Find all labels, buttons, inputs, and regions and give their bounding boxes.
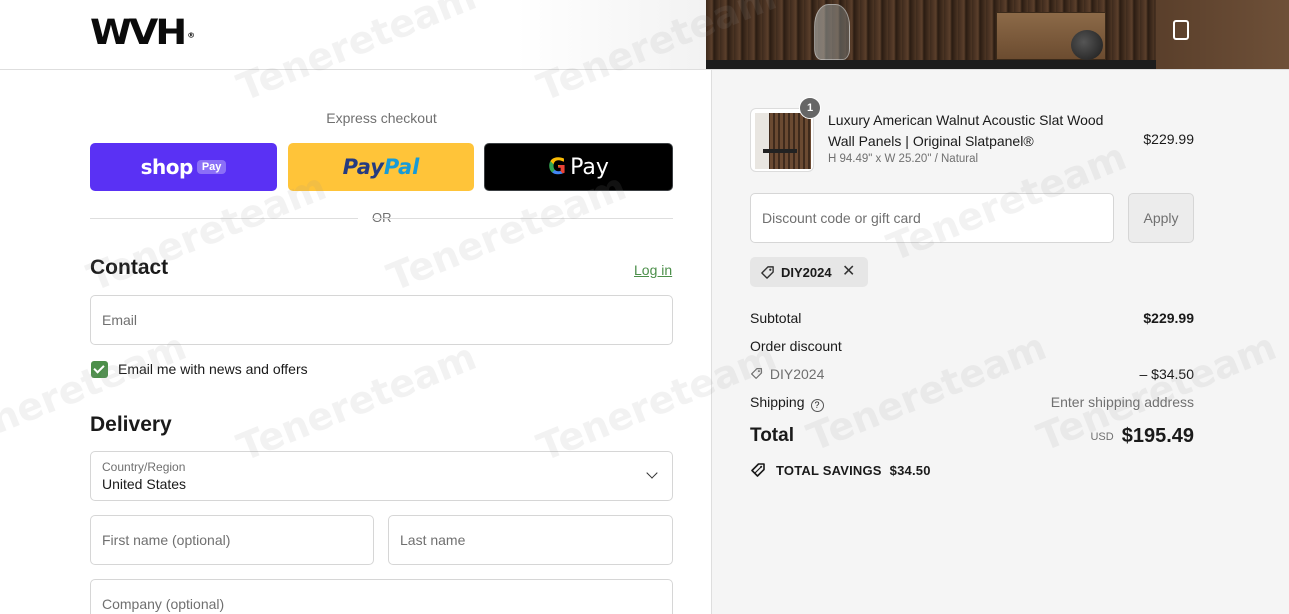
first-name-placeholder: First name (optional) (102, 532, 231, 548)
tag-icon (751, 368, 762, 379)
newsletter-label[interactable]: Email me with news and offers (118, 361, 308, 377)
currency-code: USD (1090, 431, 1114, 443)
total-label: Total (750, 425, 794, 446)
delivery-heading: Delivery (90, 413, 172, 436)
logo[interactable]: WVH ® (90, 11, 196, 53)
discount-amount: – $34.50 (1139, 366, 1195, 382)
shop-pay-logo-text: shop (140, 155, 194, 179)
last-name-placeholder: Last name (400, 532, 466, 548)
banner-decor-ball (1071, 30, 1103, 60)
savings-tag-icon (751, 463, 765, 477)
help-icon[interactable]: ? (810, 398, 824, 412)
paypal-logo-part1: Pay (342, 155, 384, 179)
google-g-icon: G (548, 154, 567, 180)
email-field[interactable]: Email (90, 295, 673, 345)
thumbnail-console (763, 149, 797, 153)
checkout-form: Express checkout shop Pay Pay Pal G Pay O… (0, 70, 711, 614)
applied-code-label: DIY2024 (781, 264, 832, 280)
email-placeholder: Email (102, 312, 138, 328)
discount-code-input[interactable]: Discount code or gift card (750, 193, 1114, 243)
logo-registered-mark: ® (187, 31, 196, 40)
quantity-badge: 1 (799, 97, 821, 119)
discount-code-label: DIY2024 (769, 366, 825, 382)
contact-heading: Contact (90, 256, 169, 279)
shipping-row: Shipping? Enter shipping address (750, 394, 1194, 412)
last-name-field[interactable]: Last name (388, 515, 673, 565)
chevron-down-icon (646, 467, 658, 479)
product-price: $229.99 (1143, 131, 1194, 147)
first-name-field[interactable]: First name (optional) (90, 515, 374, 565)
shipping-label: Shipping (750, 394, 805, 410)
total-savings: TOTAL SAVINGS $34.50 (750, 462, 931, 478)
express-checkout-title: Express checkout (326, 110, 437, 126)
remove-discount-icon[interactable]: ✕ (842, 263, 855, 281)
banner-shelf (706, 60, 1156, 69)
order-discount-row: Order discount (750, 338, 1194, 354)
subtotal-label: Subtotal (750, 310, 802, 326)
header: WVH ® (0, 0, 1289, 70)
shipping-value: Enter shipping address (1050, 394, 1194, 410)
logo-text: WVH (90, 11, 187, 53)
country-value: United States (102, 476, 187, 492)
paypal-button[interactable]: Pay Pal (288, 143, 474, 191)
country-label: Country/Region (102, 460, 186, 474)
banner-vase (814, 4, 850, 60)
order-discount-label: Order discount (750, 338, 842, 354)
savings-label: TOTAL SAVINGS (776, 462, 882, 478)
apply-discount-button[interactable]: Apply (1128, 193, 1194, 243)
newsletter-checkbox[interactable] (91, 361, 108, 378)
order-summary: 1 Luxury American Walnut Acoustic Slat W… (711, 70, 1289, 614)
or-divider: OR (90, 209, 673, 229)
google-pay-button[interactable]: G Pay (484, 143, 673, 191)
company-placeholder: Company (optional) (102, 596, 225, 612)
total-value: $195.49 (1121, 425, 1194, 447)
shop-pay-badge: Pay (196, 160, 227, 174)
product-title: Luxury American Walnut Acoustic Slat Woo… (828, 112, 1104, 149)
subtotal-row: Subtotal $229.99 (750, 310, 1194, 326)
divider-line-right (373, 218, 673, 219)
login-link[interactable]: Log in (634, 262, 672, 278)
savings-value: $34.50 (889, 462, 931, 478)
tag-icon (761, 265, 774, 279)
shop-pay-button[interactable]: shop Pay (90, 143, 277, 191)
google-pay-label: Pay (570, 154, 609, 180)
shopping-bag-icon[interactable] (1173, 20, 1189, 40)
paypal-logo-part2: Pal (383, 155, 420, 179)
discount-placeholder: Discount code or gift card (762, 210, 921, 226)
total-row: Total USD $195.49 (750, 425, 1194, 447)
discount-code-row: DIY2024 – $34.50 (750, 366, 1194, 382)
header-banner-image (706, 0, 1289, 69)
country-select[interactable]: Country/Region United States (90, 451, 673, 501)
divider-line-left (90, 218, 358, 219)
product-variant: H 94.49" x W 25.20" / Natural (828, 153, 979, 165)
subtotal-value: $229.99 (1143, 310, 1194, 326)
company-field[interactable]: Company (optional) (90, 579, 673, 614)
thumbnail-side-wall (755, 113, 769, 169)
applied-discount-chip: DIY2024 ✕ (750, 257, 868, 287)
